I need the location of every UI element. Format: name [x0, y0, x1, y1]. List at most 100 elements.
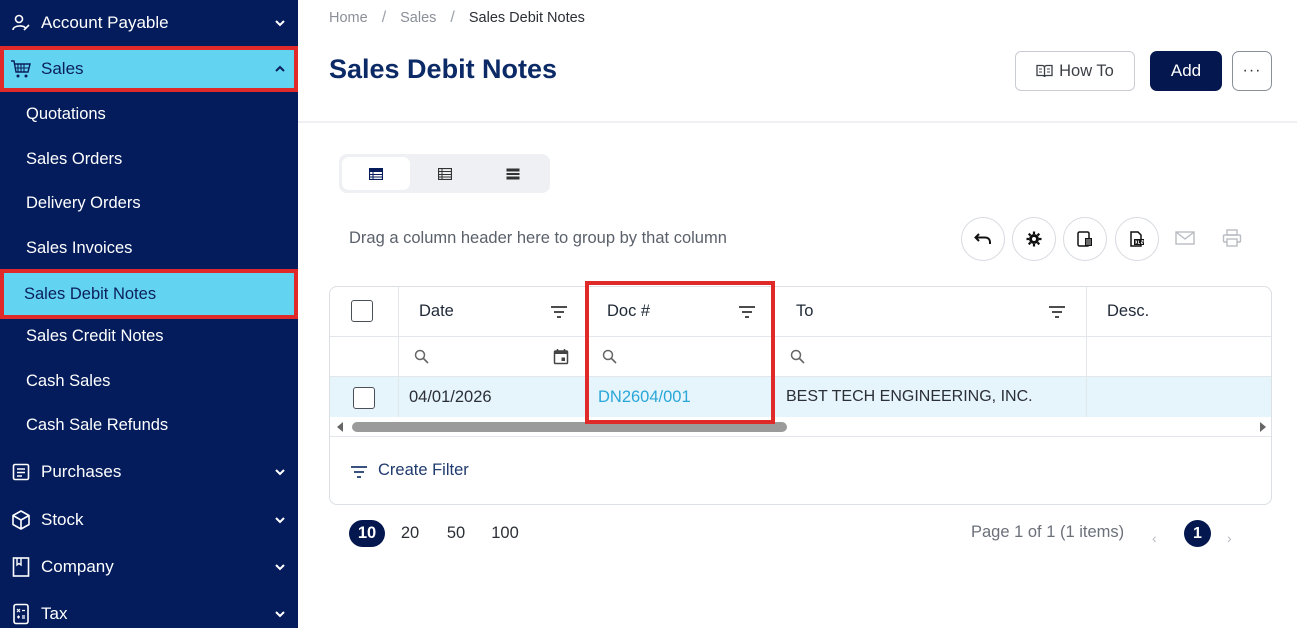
- add-button[interactable]: Add: [1150, 51, 1222, 91]
- filter-cell-empty: [330, 337, 399, 377]
- chevron-down-icon: [275, 517, 285, 524]
- sidebar: Account Payable Sales Quotations Sales O…: [0, 0, 298, 628]
- sidebar-item-label: Sales Debit Notes: [24, 284, 157, 303]
- sidebar-group-label: Sales: [41, 59, 84, 78]
- filter-row: [330, 336, 1271, 377]
- sidebar-item-sales-orders[interactable]: Sales Orders: [6, 138, 294, 180]
- column-header-label: To: [796, 302, 814, 320]
- view-list-button[interactable]: [479, 157, 547, 190]
- search-icon: [790, 349, 805, 364]
- filter-icon[interactable]: [550, 305, 568, 319]
- cart-icon: [10, 58, 32, 80]
- sidebar-item-sales-credit-notes[interactable]: Sales Credit Notes: [6, 315, 294, 357]
- next-page-icon[interactable]: ›: [1227, 530, 1232, 546]
- cell-doc: DN2604/001: [587, 377, 775, 417]
- doc-filter-input[interactable]: [587, 337, 775, 377]
- sidebar-item-sales-debit-notes[interactable]: Sales Debit Notes: [0, 269, 298, 319]
- sidebar-group-label: Stock: [41, 510, 84, 529]
- page-size-100[interactable]: 100: [485, 520, 525, 547]
- scrollbar-thumb[interactable]: [352, 422, 787, 432]
- print-button[interactable]: [1221, 227, 1243, 249]
- page-size-10[interactable]: 10: [349, 520, 385, 547]
- sidebar-item-label: Delivery Orders: [26, 193, 141, 212]
- to-filter-input[interactable]: [775, 337, 1087, 377]
- date-filter-input[interactable]: [399, 337, 587, 377]
- sidebar-group-account-payable[interactable]: Account Payable: [0, 0, 298, 46]
- sidebar-item-cash-sale-refunds[interactable]: Cash Sale Refunds: [6, 404, 294, 446]
- cell-to: BEST TECH ENGINEERING, INC.: [775, 377, 1087, 417]
- view-grid-button[interactable]: [342, 157, 410, 190]
- filter-icon[interactable]: [738, 305, 756, 319]
- table-row[interactable]: 04/01/2026 DN2604/001 BEST TECH ENGINEER…: [330, 377, 1271, 417]
- scroll-left-icon[interactable]: [336, 421, 344, 433]
- scroll-right-icon[interactable]: [1259, 421, 1267, 433]
- search-icon: [602, 349, 617, 364]
- group-panel-hint: Drag a column header here to group by th…: [349, 229, 727, 247]
- sidebar-group-label: Account Payable: [41, 13, 169, 32]
- settings-button[interactable]: [1012, 217, 1056, 261]
- cell-date: 04/01/2026: [399, 377, 587, 417]
- breadcrumb-home[interactable]: Home: [329, 10, 368, 26]
- settings-icon: [1026, 231, 1042, 247]
- calendar-icon[interactable]: [553, 348, 569, 365]
- view-table-button[interactable]: [411, 157, 479, 190]
- grid-view-icon: [369, 167, 383, 180]
- sidebar-item-delivery-orders[interactable]: Delivery Orders: [6, 182, 294, 224]
- horizontal-scrollbar[interactable]: [330, 417, 1271, 437]
- column-header-to[interactable]: To: [775, 287, 1087, 336]
- column-header-label: Desc.: [1107, 302, 1150, 320]
- table-view-icon: [438, 167, 452, 180]
- chevron-down-icon: [275, 611, 285, 618]
- sidebar-item-quotations[interactable]: Quotations: [6, 93, 294, 135]
- filter-icon: [351, 465, 367, 478]
- desc-filter-input[interactable]: [1087, 337, 1271, 377]
- data-grid: Date Doc # To Desc. 04/01/2026 DN2604/00…: [329, 286, 1272, 505]
- column-header-label: Doc #: [607, 302, 651, 320]
- undo-icon: [974, 233, 991, 244]
- breadcrumb-separator: /: [450, 9, 455, 26]
- chevron-down-icon: [275, 564, 285, 571]
- user-edit-icon: [10, 12, 32, 34]
- export-button[interactable]: [1115, 217, 1159, 261]
- sidebar-group-sales[interactable]: Sales: [0, 46, 298, 92]
- sidebar-group-label: Tax: [41, 604, 68, 623]
- page-size-50[interactable]: 50: [439, 520, 473, 547]
- more-options-button[interactable]: ···: [1232, 51, 1272, 91]
- column-chooser-icon: [1077, 231, 1092, 247]
- page-number-current[interactable]: 1: [1184, 520, 1211, 547]
- email-button[interactable]: [1174, 227, 1196, 249]
- column-header-desc[interactable]: Desc.: [1087, 287, 1271, 336]
- breadcrumb-separator: /: [381, 9, 387, 26]
- sidebar-group-company[interactable]: Company: [0, 544, 298, 590]
- row-select-cell: [330, 377, 399, 417]
- sidebar-item-label: Quotations: [26, 104, 106, 123]
- page-info: Page 1 of 1 (1 items): [971, 523, 1125, 541]
- sidebar-group-label: Company: [41, 557, 114, 576]
- sidebar-group-tax[interactable]: Tax: [0, 591, 298, 637]
- select-all-cell: [330, 287, 399, 336]
- sidebar-item-sales-invoices[interactable]: Sales Invoices: [6, 227, 294, 269]
- row-checkbox[interactable]: [353, 387, 375, 409]
- select-all-checkbox[interactable]: [351, 300, 373, 322]
- create-filter-button[interactable]: Create Filter: [350, 461, 469, 480]
- doc-number-link[interactable]: DN2604/001: [598, 388, 691, 407]
- cell-desc: [1087, 377, 1271, 417]
- sidebar-item-label: Cash Sales: [26, 371, 111, 390]
- export-icon: [1130, 231, 1144, 247]
- sidebar-group-stock[interactable]: Stock: [0, 497, 298, 543]
- sidebar-item-cash-sales[interactable]: Cash Sales: [6, 360, 294, 402]
- how-to-button[interactable]: How To: [1015, 51, 1135, 91]
- list-view-icon: [506, 168, 520, 179]
- bookmark-icon: [10, 556, 32, 578]
- breadcrumb-sales[interactable]: Sales: [400, 10, 436, 26]
- sidebar-item-label: Sales Orders: [26, 149, 123, 168]
- column-chooser-button[interactable]: [1063, 217, 1107, 261]
- sidebar-group-purchases[interactable]: Purchases: [0, 449, 298, 495]
- page-size-20[interactable]: 20: [393, 520, 427, 547]
- undo-button[interactable]: [961, 217, 1005, 261]
- prev-page-icon[interactable]: ‹: [1152, 530, 1157, 546]
- column-header-doc[interactable]: Doc #: [587, 287, 775, 336]
- column-header-date[interactable]: Date: [399, 287, 587, 336]
- book-icon: [1036, 64, 1053, 78]
- filter-icon[interactable]: [1048, 305, 1066, 319]
